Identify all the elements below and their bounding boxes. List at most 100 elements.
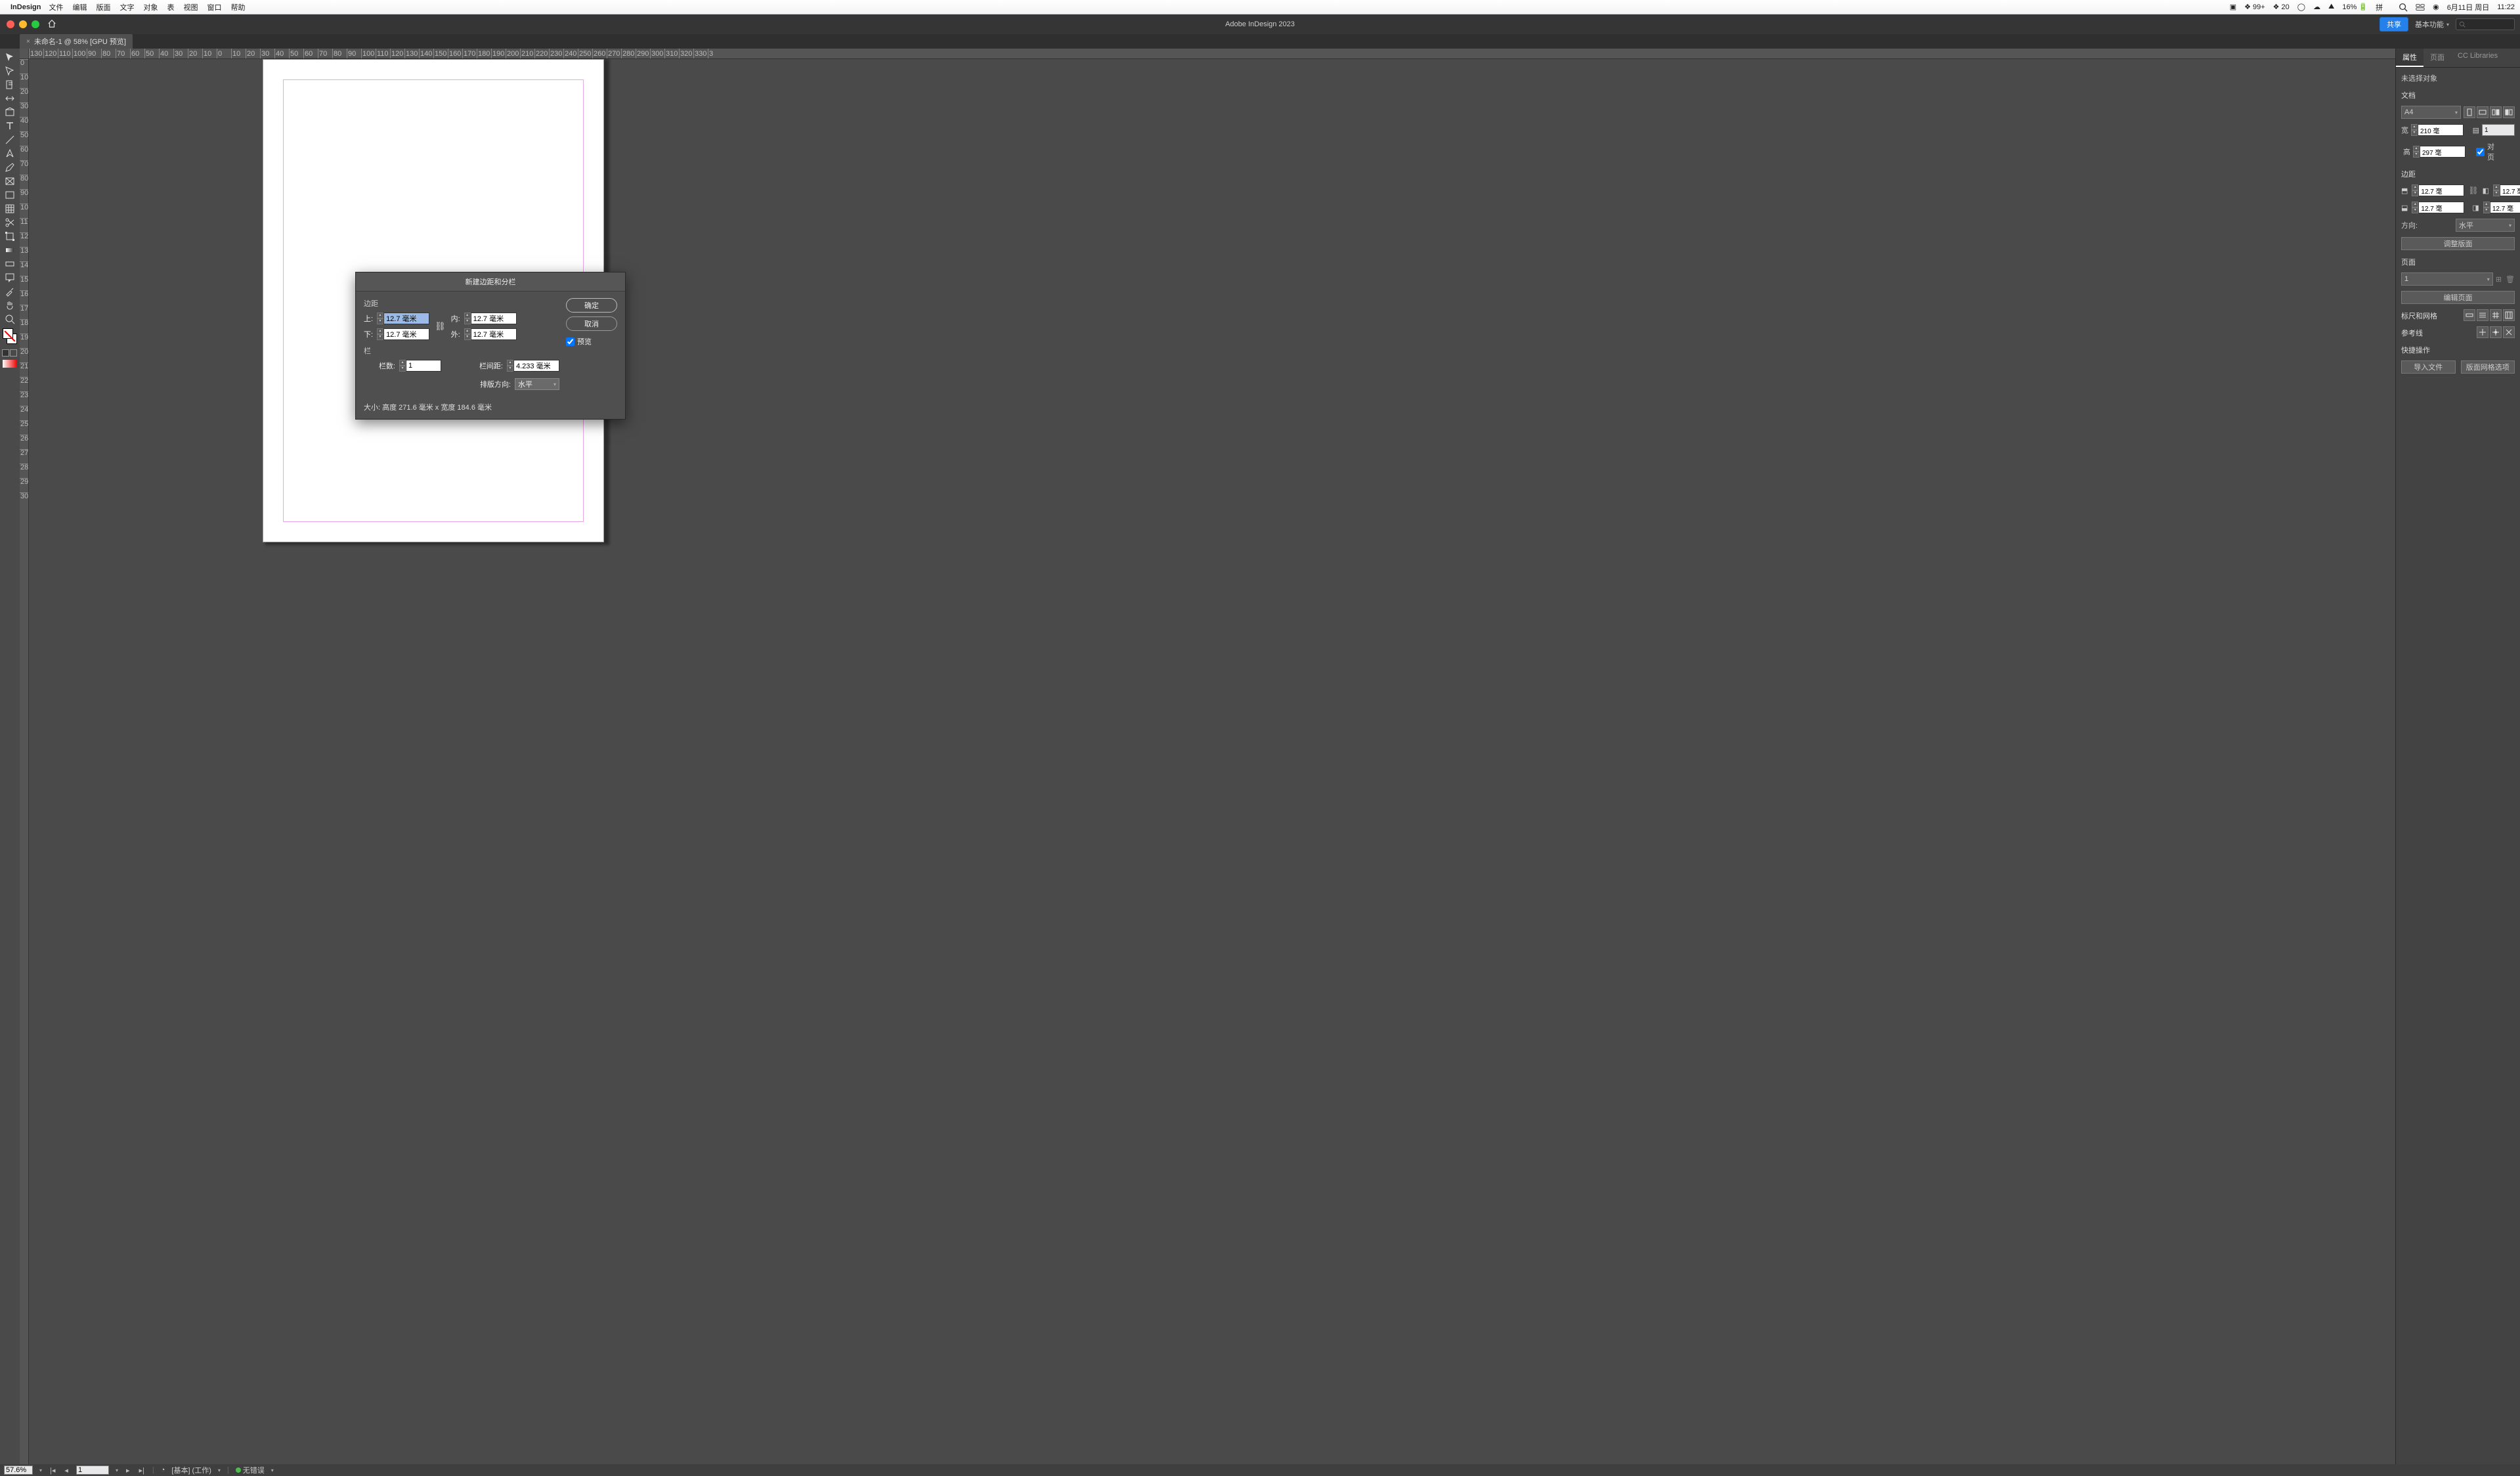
rectangle-frame-tool[interactable] bbox=[1, 174, 19, 188]
eyedropper-tool[interactable] bbox=[1, 284, 19, 298]
pencil-tool[interactable] bbox=[1, 160, 19, 174]
type-tool[interactable] bbox=[1, 119, 19, 133]
layout-grid-options-button[interactable]: 版面网格选项 bbox=[2461, 360, 2515, 374]
status-mountains-icon[interactable]: ⛰ bbox=[2328, 3, 2334, 11]
menu-layout[interactable]: 版面 bbox=[96, 2, 110, 12]
status-time[interactable]: 11:22 bbox=[2497, 3, 2515, 11]
link-margins-icon[interactable]: ⛓ bbox=[435, 321, 446, 332]
line-tool[interactable] bbox=[1, 133, 19, 146]
binding-left-icon[interactable] bbox=[2490, 106, 2502, 118]
ok-button[interactable]: 确定 bbox=[566, 298, 617, 313]
note-tool[interactable] bbox=[1, 271, 19, 284]
margin-inner-input[interactable]: ▴▾ bbox=[464, 313, 517, 324]
tab-cc-libraries[interactable]: CC Libraries bbox=[2451, 49, 2504, 67]
menu-file[interactable]: 文件 bbox=[49, 2, 63, 12]
ruler-icon[interactable] bbox=[2464, 309, 2475, 321]
panel-margin-bottom-input[interactable]: ▴▾ bbox=[2412, 202, 2464, 213]
preview-checkbox[interactable]: 预览 bbox=[566, 336, 617, 347]
menu-help[interactable]: 帮助 bbox=[230, 2, 245, 12]
panel-margin-left-input[interactable]: ▴▾ bbox=[2493, 185, 2520, 196]
page-size-dropdown[interactable]: A4▾ bbox=[2401, 106, 2461, 119]
apply-gradient[interactable] bbox=[3, 360, 17, 368]
margin-outer-input[interactable]: ▴▾ bbox=[464, 328, 517, 340]
gutter-input[interactable]: ▴▾ bbox=[507, 360, 559, 372]
status-search-icon[interactable] bbox=[2399, 3, 2408, 12]
status-battery[interactable]: 16%🔋 bbox=[2342, 3, 2368, 11]
vertical-ruler[interactable]: 0102030405060708090100110120130140150160… bbox=[20, 59, 29, 1464]
frame-grid-tool[interactable] bbox=[1, 202, 19, 215]
panel-margin-top-input[interactable]: ▴▾ bbox=[2412, 185, 2464, 196]
zoom-field[interactable] bbox=[4, 1465, 33, 1475]
orientation-landscape-icon[interactable] bbox=[2477, 106, 2488, 118]
document-tab[interactable]: × 未命名-1 @ 58% [GPU 预览] bbox=[20, 34, 133, 49]
height-input[interactable]: ▴▾ bbox=[2413, 146, 2466, 158]
menubar-app[interactable]: InDesign bbox=[11, 3, 41, 11]
fill-stroke-swatch[interactable] bbox=[3, 328, 17, 347]
free-transform-tool[interactable] bbox=[1, 229, 19, 243]
baseline-grid-icon[interactable] bbox=[2477, 309, 2488, 321]
tab-close-icon[interactable]: × bbox=[26, 38, 30, 45]
pasteboard[interactable] bbox=[29, 59, 2395, 1464]
menu-object[interactable]: 对象 bbox=[143, 2, 158, 12]
status-date[interactable]: 6月11日 周日 bbox=[2447, 2, 2490, 12]
menu-table[interactable]: 表 bbox=[167, 2, 174, 12]
share-button[interactable]: 共享 bbox=[2379, 17, 2408, 32]
panel-margin-right-input[interactable]: ▴▾ bbox=[2483, 202, 2520, 213]
gradient-swatch-tool[interactable] bbox=[1, 243, 19, 257]
pages-dropdown[interactable]: 1▾ bbox=[2401, 272, 2493, 286]
tab-pages[interactable]: 页面 bbox=[2423, 49, 2451, 67]
preflight-icon[interactable]: ◔ bbox=[161, 1466, 165, 1474]
window-zoom[interactable] bbox=[32, 20, 39, 28]
layout-grid-icon[interactable] bbox=[2503, 309, 2515, 321]
writing-direction-dropdown[interactable]: 水平▾ bbox=[515, 378, 559, 390]
ruler-origin[interactable] bbox=[20, 49, 29, 59]
window-close[interactable] bbox=[7, 20, 14, 28]
delete-page-icon[interactable]: 🗑 bbox=[2506, 275, 2515, 284]
status-siri-icon[interactable]: ◉ bbox=[2433, 3, 2439, 11]
menu-view[interactable]: 视图 bbox=[183, 2, 198, 12]
window-minimize[interactable] bbox=[19, 20, 27, 28]
doc-grid-icon[interactable] bbox=[2490, 309, 2502, 321]
status-circle-icon[interactable]: ◯ bbox=[2297, 3, 2305, 11]
status-app1-icon[interactable]: ▣ bbox=[2230, 3, 2236, 11]
tab-properties[interactable]: 属性 bbox=[2396, 49, 2423, 67]
zoom-tool[interactable] bbox=[1, 312, 19, 326]
preflight-profile-label[interactable]: [基本] (工作) bbox=[171, 1465, 211, 1475]
margin-top-input[interactable]: ▴▾ bbox=[377, 313, 429, 324]
status-dingtalk[interactable]: ❖ 20 bbox=[2273, 3, 2290, 11]
status-wechat[interactable]: ❖ 99+ bbox=[2244, 3, 2265, 11]
orientation-portrait-icon[interactable] bbox=[2464, 106, 2475, 118]
link-margins-mini-icon[interactable]: ⛓ bbox=[2468, 186, 2478, 195]
facing-pages-checkbox[interactable]: 对页 bbox=[2476, 141, 2485, 162]
workspace-dropdown[interactable]: 基本功能▾ bbox=[2415, 19, 2449, 30]
import-file-button[interactable]: 导入文件 bbox=[2401, 360, 2456, 374]
status-cloud-icon[interactable]: ☁ bbox=[2313, 3, 2320, 11]
hand-tool[interactable] bbox=[1, 298, 19, 312]
binding-right-icon[interactable] bbox=[2503, 106, 2515, 118]
edit-pages-button[interactable]: 编辑页面 bbox=[2401, 291, 2515, 304]
column-count-input[interactable]: ▴▾ bbox=[399, 360, 441, 372]
orientation-dropdown[interactable]: 水平▾ bbox=[2456, 219, 2515, 232]
home-icon[interactable] bbox=[47, 19, 56, 30]
menu-edit[interactable]: 编辑 bbox=[72, 2, 87, 12]
gap-tool[interactable] bbox=[1, 91, 19, 105]
selection-tool[interactable] bbox=[1, 50, 19, 64]
direct-selection-tool[interactable] bbox=[1, 64, 19, 77]
snap-guides-icon[interactable] bbox=[2490, 326, 2502, 338]
last-spread-icon[interactable]: ▸| bbox=[137, 1466, 145, 1475]
pages-count-input[interactable] bbox=[2482, 124, 2515, 136]
first-spread-icon[interactable]: |◂ bbox=[49, 1466, 56, 1475]
margin-bottom-input[interactable]: ▴▾ bbox=[377, 328, 429, 340]
adjust-layout-button[interactable]: 调整版面 bbox=[2401, 237, 2515, 250]
preflight-status[interactable]: 无错误 bbox=[236, 1465, 265, 1475]
pen-tool[interactable] bbox=[1, 146, 19, 160]
page-tool[interactable] bbox=[1, 77, 19, 91]
prev-spread-icon[interactable]: ◂ bbox=[63, 1466, 70, 1475]
search-input[interactable] bbox=[2456, 18, 2515, 30]
next-spread-icon[interactable]: ▸ bbox=[125, 1466, 131, 1475]
cancel-button[interactable]: 取消 bbox=[566, 316, 617, 331]
menu-type[interactable]: 文字 bbox=[119, 2, 134, 12]
status-control-icon[interactable] bbox=[2416, 3, 2425, 12]
apply-color-swatches[interactable] bbox=[2, 349, 18, 357]
content-collector-tool[interactable] bbox=[1, 105, 19, 119]
